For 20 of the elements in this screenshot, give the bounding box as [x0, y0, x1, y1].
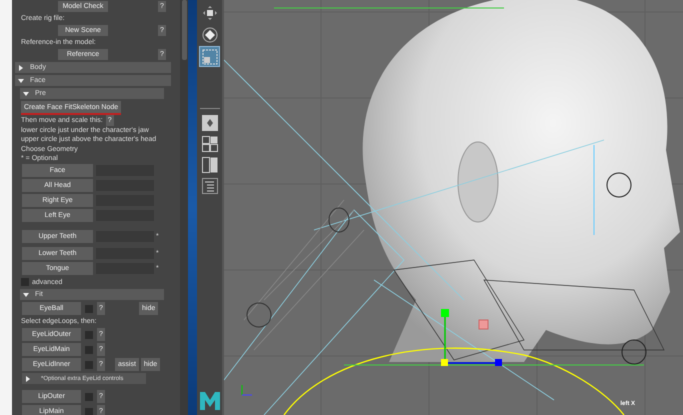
axis-indicator-icon [242, 384, 252, 396]
layout-two-icon[interactable] [202, 157, 218, 173]
checkbox[interactable] [85, 408, 93, 415]
checkbox[interactable] [85, 304, 93, 312]
checkbox[interactable] [85, 360, 93, 368]
checkbox[interactable] [85, 330, 93, 338]
collapsed-arrow-icon[interactable] [18, 64, 24, 70]
expanded-arrow-icon[interactable] [23, 90, 29, 96]
checkbox[interactable] [85, 392, 93, 400]
layout-single-icon[interactable] [202, 115, 218, 131]
outliner-icon[interactable] [202, 178, 218, 194]
transform-manipulator-drawing [441, 309, 502, 366]
app-logo-icon [200, 392, 220, 410]
expanded-arrow-icon[interactable] [18, 78, 24, 84]
expanded-arrow-icon[interactable] [23, 292, 29, 298]
checkbox[interactable] [85, 346, 93, 354]
collapsed-arrow-icon[interactable] [25, 376, 31, 382]
checkbox[interactable] [21, 278, 29, 286]
layout-four-icon[interactable] [202, 136, 218, 152]
scrollbar-thumb[interactable] [182, 0, 186, 60]
